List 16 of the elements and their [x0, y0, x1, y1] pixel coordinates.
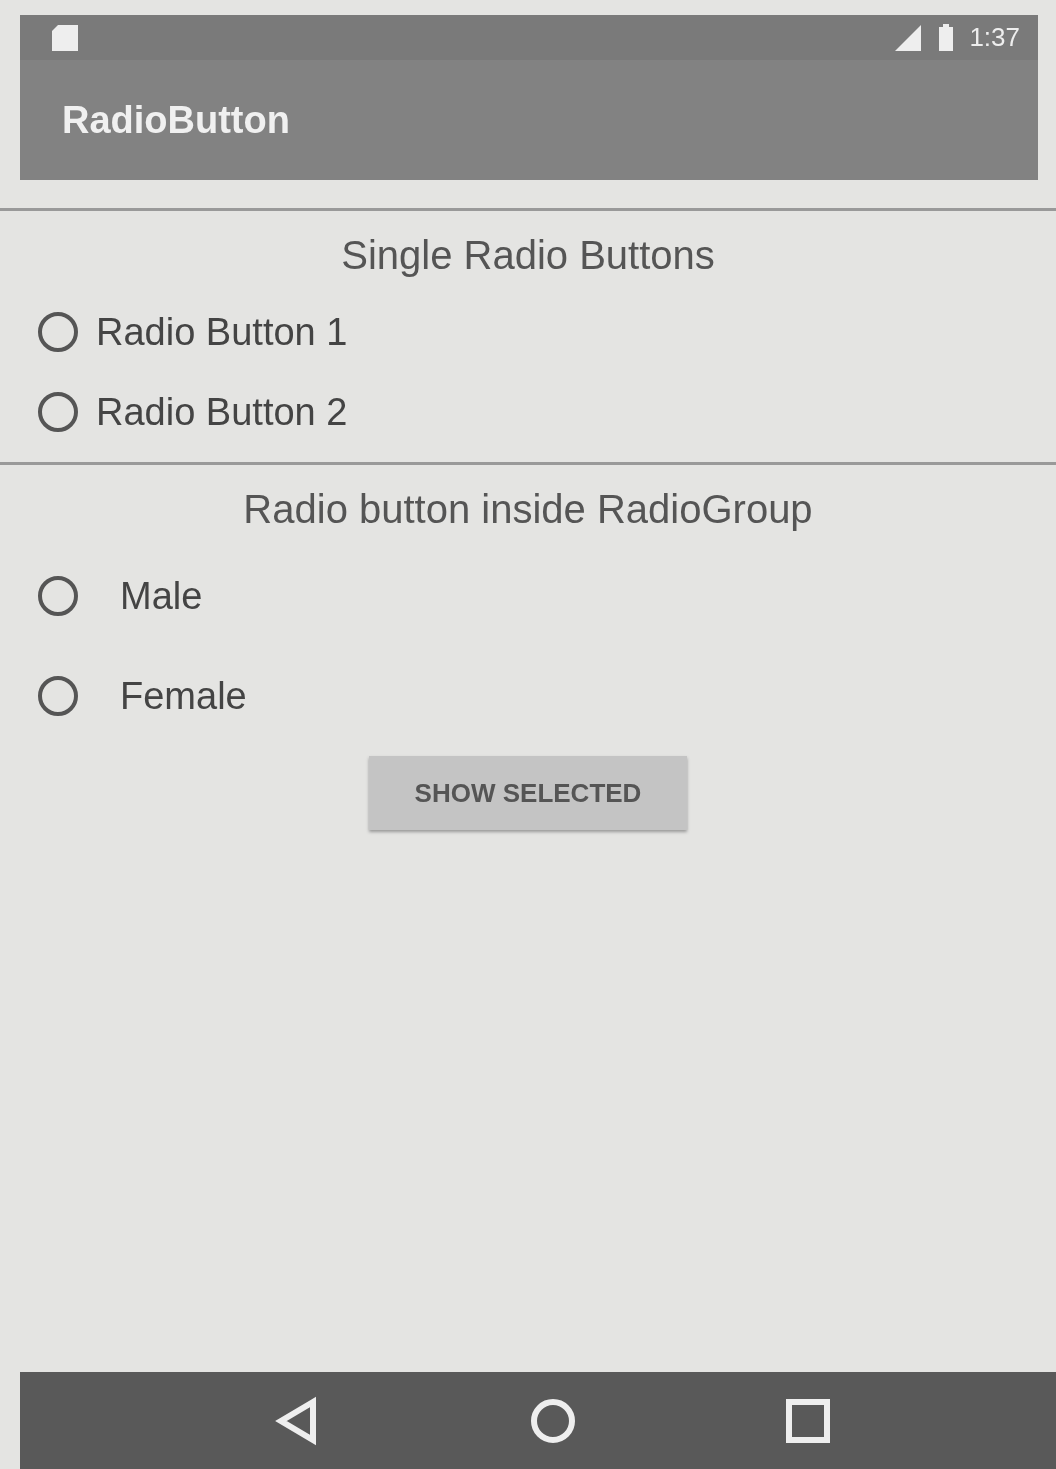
radio-label: Female: [120, 674, 247, 718]
show-selected-button[interactable]: SHOW SELECTED: [369, 756, 687, 830]
radio-label: Radio Button 1: [96, 310, 348, 354]
radio-label: Radio Button 2: [96, 390, 348, 434]
sd-card-icon: [50, 22, 80, 53]
radio-button[interactable]: [38, 312, 78, 352]
section-heading: Radio button inside RadioGroup: [242, 487, 814, 532]
radio-button[interactable]: [38, 392, 78, 432]
radio-button[interactable]: [38, 676, 78, 716]
section-heading: Single Radio Buttons: [340, 233, 716, 278]
app-title: RadioButton: [62, 98, 290, 142]
radio-button[interactable]: [38, 576, 78, 616]
radio-label: Male: [120, 574, 203, 618]
signal-icon: [893, 24, 924, 51]
battery-icon: [937, 23, 956, 52]
status-time: 1:37: [969, 22, 1020, 53]
